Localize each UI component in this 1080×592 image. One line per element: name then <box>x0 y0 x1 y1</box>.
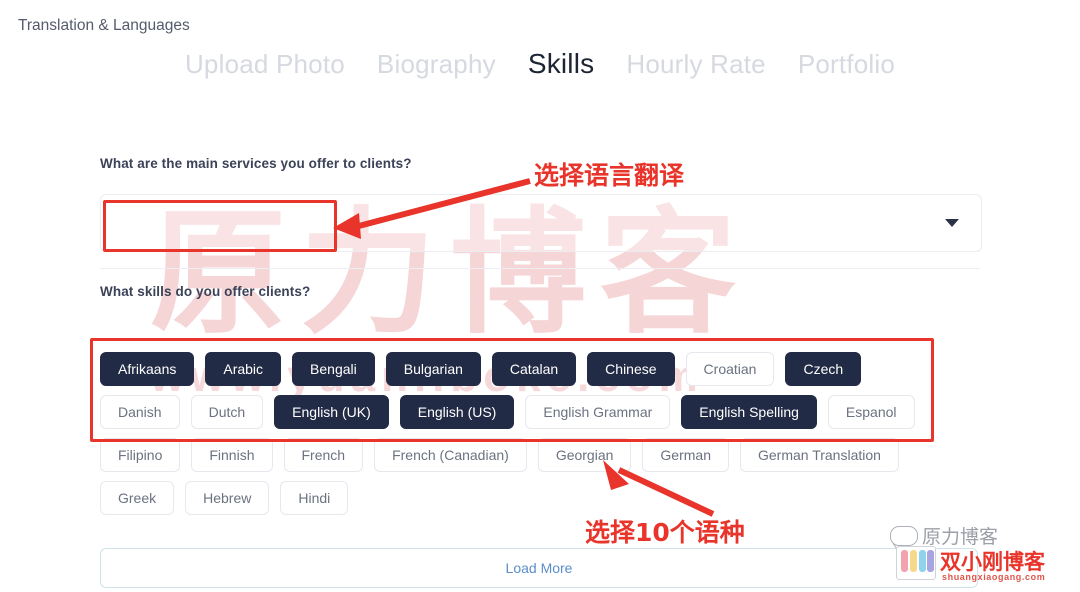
skills-chip-list: Afrikaans Arabic Bengali Bulgarian Catalan Ch… <box>100 352 1000 524</box>
annotation-note-select: 选择语言翻译 <box>534 161 685 190</box>
skill-chip[interactable]: Danish <box>100 395 180 429</box>
skill-chip[interactable]: Hindi <box>280 481 349 515</box>
wechat-icon <box>890 526 918 546</box>
skill-chip[interactable]: German Translation <box>739 438 899 472</box>
skill-chip[interactable]: Croatian <box>685 352 775 386</box>
skill-chip[interactable]: Bengali <box>292 352 375 386</box>
services-select[interactable] <box>100 194 982 252</box>
skill-chip[interactable]: Filipino <box>100 438 181 472</box>
skill-chip[interactable]: French (Canadian) <box>374 438 527 472</box>
skill-chip[interactable]: Bulgarian <box>385 352 481 386</box>
skill-chip[interactable]: Finnish <box>191 438 273 472</box>
skill-chip[interactable]: Afrikaans <box>100 352 195 386</box>
skill-chip[interactable]: German <box>642 438 729 472</box>
watermark-logo: 原力博客 双小刚博客 shuangxiaogang.com <box>888 520 1074 590</box>
wizard-tabs: Upload Photo Biography Skills Hourly Rat… <box>0 38 1080 90</box>
skill-chip[interactable]: Georgian <box>537 438 632 472</box>
tab-biography[interactable]: Biography <box>361 49 512 80</box>
skill-chip[interactable]: English Grammar <box>525 395 671 429</box>
watermark-logo-top: 原力博客 <box>922 526 999 548</box>
tab-portfolio[interactable]: Portfolio <box>782 49 911 80</box>
skill-chip[interactable]: Catalan <box>491 352 577 386</box>
skill-chip[interactable]: Arabic <box>205 352 282 386</box>
skill-chip[interactable]: Chinese <box>587 352 675 386</box>
skills-question-label: What skills do you offer clients? <box>100 284 311 299</box>
services-question-label: What are the main services you offer to … <box>100 156 412 171</box>
skill-chip[interactable]: Dutch <box>190 395 264 429</box>
chevron-down-icon[interactable] <box>945 219 959 227</box>
skill-chip[interactable]: Hebrew <box>185 481 270 515</box>
skills-chip-row: Greek Hebrew Hindi <box>100 481 1000 515</box>
skill-chip[interactable]: Espanol <box>827 395 915 429</box>
watermark-logo-domain: shuangxiaogang.com <box>942 572 1046 582</box>
tab-skills[interactable]: Skills <box>512 48 611 80</box>
skills-chip-row: Danish Dutch English (UK) English (US) Engli… <box>100 395 1000 429</box>
annotation-note-skills: 选择10个语种 <box>585 518 745 547</box>
watermark-logo-mark <box>896 546 936 580</box>
tab-upload-photo[interactable]: Upload Photo <box>169 49 361 80</box>
skill-chip[interactable]: English (US) <box>399 395 515 429</box>
skills-chip-row: Afrikaans Arabic Bengali Bulgarian Catalan Ch… <box>100 352 1000 386</box>
skill-chip[interactable]: Greek <box>100 481 175 515</box>
skill-chip[interactable]: Czech <box>785 352 862 386</box>
load-more-button[interactable]: Load More <box>100 548 978 588</box>
skill-chip[interactable]: English Spelling <box>681 395 817 429</box>
skills-chip-row: Filipino Finnish French French (Canadian) Ge… <box>100 438 1000 472</box>
skill-chip[interactable]: French <box>283 438 364 472</box>
services-select-value[interactable]: Translation & Languages <box>18 17 190 35</box>
tab-hourly-rate[interactable]: Hourly Rate <box>610 49 781 80</box>
divider <box>100 268 980 269</box>
skill-chip[interactable]: English (UK) <box>274 395 389 429</box>
skills-form-page: 原力博客 www.yuanliboke.com Upload Photo Bio… <box>0 0 1080 592</box>
